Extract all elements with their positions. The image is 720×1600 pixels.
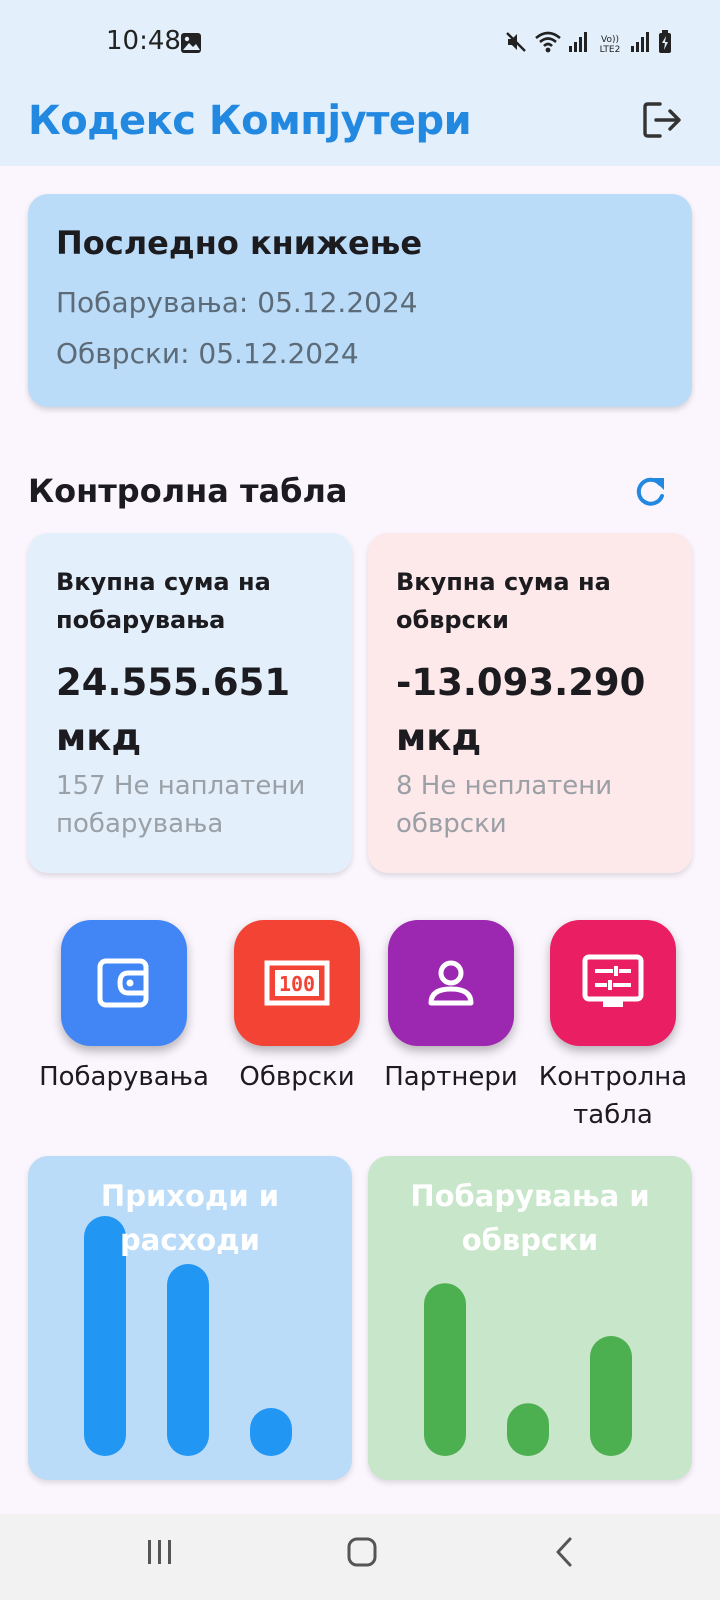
receivables-button-label: Побарувања bbox=[39, 1062, 209, 1092]
home-icon bbox=[347, 1537, 377, 1567]
home-button[interactable] bbox=[346, 1536, 378, 1573]
logout-icon bbox=[643, 102, 681, 138]
system-nav-bar bbox=[0, 1514, 720, 1600]
partners-button-label: Партнери bbox=[384, 1062, 518, 1092]
refresh-icon bbox=[636, 477, 664, 506]
income-expense-chart-title: Приходи и расходи bbox=[100, 1179, 280, 1257]
last-posting-liabilities: Обврски: 05.12.2024 bbox=[56, 337, 359, 370]
back-icon bbox=[556, 1537, 572, 1567]
person-icon bbox=[428, 960, 474, 1006]
image-icon bbox=[180, 32, 202, 59]
receivables-summary-card[interactable]: Вкупна сума на побарувања 24.555.651 мкд… bbox=[28, 533, 352, 873]
status-icons: Vo)) LTE2 bbox=[504, 30, 672, 59]
income-expense-chart-card[interactable]: Приходи и расходи bbox=[28, 1156, 352, 1480]
liabilities-summary-subtitle: 8 Не неплатени обврски bbox=[396, 771, 613, 839]
recent-apps-button[interactable] bbox=[146, 1536, 174, 1573]
partners-button[interactable] bbox=[388, 920, 514, 1046]
chart-bar bbox=[507, 1403, 549, 1456]
receivables-summary-label: Вкупна сума на побарувања bbox=[56, 568, 271, 634]
liabilities-summary-label: Вкупна сума на обврски bbox=[396, 568, 611, 634]
last-posting-card: Последно книжење Побарувања: 05.12.2024 … bbox=[28, 194, 692, 407]
status-bar: 10:48 Vo)) LTE2 bbox=[0, 0, 720, 90]
back-button[interactable] bbox=[552, 1536, 576, 1573]
recent-apps-icon bbox=[148, 1540, 171, 1564]
receivables-liabilities-chart-title: Побарувања и обврски bbox=[410, 1179, 650, 1257]
last-posting-receivables: Побарувања: 05.12.2024 bbox=[56, 286, 418, 319]
receivables-summary-amount: 24.555.651 мкд bbox=[56, 661, 291, 759]
battery-icon bbox=[658, 30, 672, 59]
chart-bar bbox=[250, 1408, 292, 1456]
svg-text:100: 100 bbox=[279, 972, 315, 996]
signal-icon bbox=[630, 31, 652, 58]
receivables-summary-subtitle: 157 Не наплатени побарувања bbox=[56, 771, 306, 839]
app-title: Кодекс Компјутери bbox=[28, 98, 472, 144]
last-posting-title: Последно книжење bbox=[56, 224, 423, 262]
dashboard-monitor-icon bbox=[582, 954, 644, 1007]
dashboard-button-label: Контролна табла bbox=[538, 1062, 688, 1130]
refresh-button[interactable] bbox=[632, 474, 668, 510]
chart-bar bbox=[424, 1283, 466, 1456]
logout-button[interactable] bbox=[640, 98, 684, 142]
wallet-icon bbox=[97, 958, 149, 1008]
dashboard-title: Контролна табла bbox=[28, 472, 348, 510]
status-time: 10:48 bbox=[106, 26, 181, 56]
liabilities-button[interactable]: 100 bbox=[234, 920, 360, 1046]
dashboard-button[interactable] bbox=[550, 920, 676, 1046]
app-bar: Кодекс Компјутери bbox=[0, 90, 720, 166]
receivables-button[interactable] bbox=[61, 920, 187, 1046]
liabilities-summary-amount: -13.093.290 мкд bbox=[396, 661, 646, 759]
mute-icon bbox=[504, 30, 528, 59]
chart-bar bbox=[590, 1336, 632, 1456]
banknote-icon: 100 bbox=[264, 960, 330, 1006]
chart-bar bbox=[167, 1264, 209, 1456]
receivables-liabilities-chart-card[interactable]: Побарувања и обврски bbox=[368, 1156, 692, 1480]
signal-icon bbox=[568, 31, 590, 58]
liabilities-summary-card[interactable]: Вкупна сума на обврски -13.093.290 мкд 8… bbox=[368, 533, 692, 873]
volte-icon: Vo)) LTE2 bbox=[599, 34, 621, 55]
liabilities-button-label: Обврски bbox=[239, 1062, 355, 1092]
wifi-icon bbox=[534, 30, 562, 59]
